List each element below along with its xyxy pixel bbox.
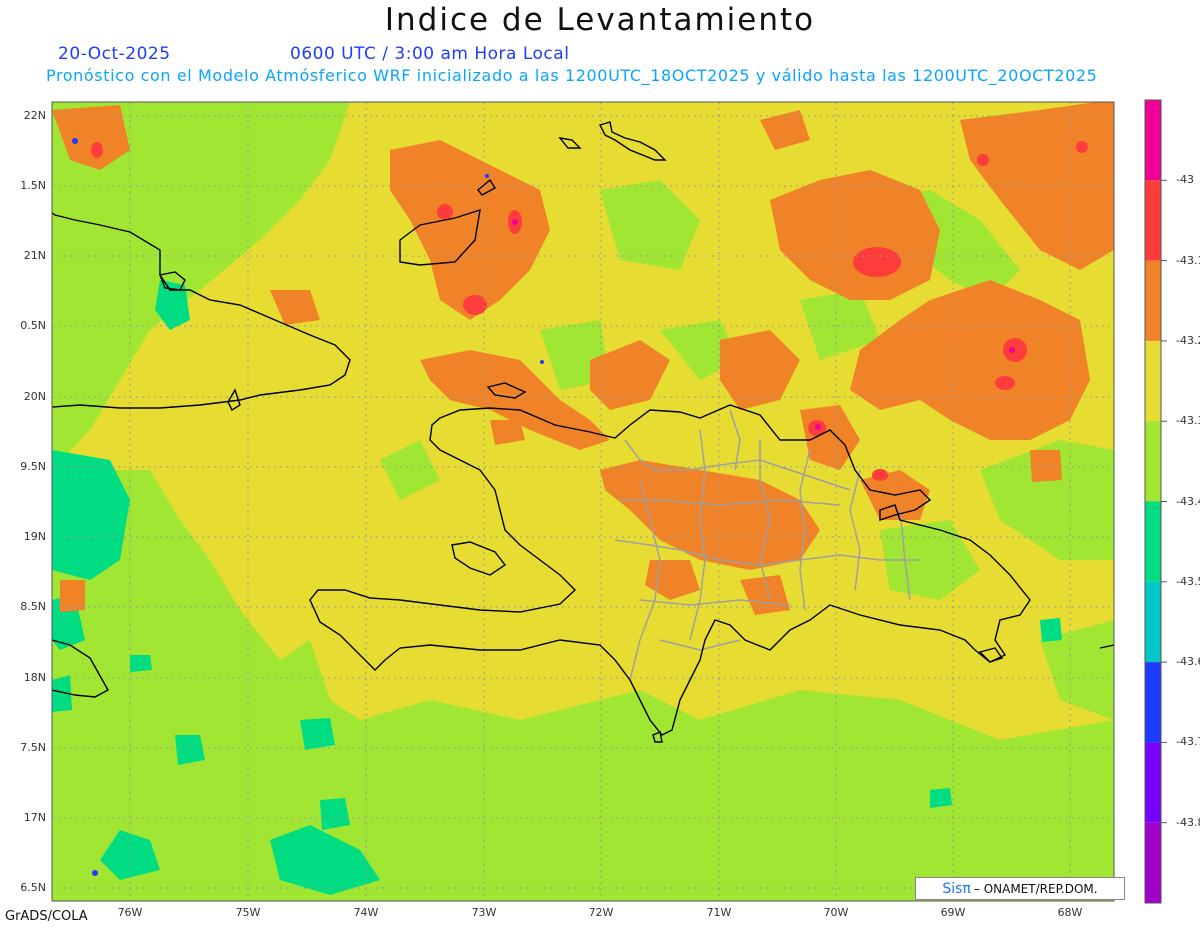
y-tick-label: 19N — [23, 530, 46, 543]
forecast-time: 0600 UTC / 3:00 am Hora Local — [290, 44, 570, 64]
colorbar-label: -43.2 — [1176, 333, 1200, 347]
y-tick-label: 17N — [23, 811, 46, 824]
model-subtitle: Pronóstico con el Modelo Atmósferico WRF… — [46, 66, 1098, 85]
colorbar-label: -43.1 — [1176, 253, 1200, 267]
grads-credit: GrADS/COLA — [5, 909, 88, 924]
map-title: Indice de Levantamiento — [384, 2, 816, 38]
colorbar-segment — [1145, 581, 1161, 663]
y-tick-label: 7.5N — [20, 741, 46, 754]
x-tick-label: 68W — [1057, 906, 1083, 919]
colorbar-segment — [1145, 662, 1161, 743]
y-tick-label: 8.5N — [20, 600, 46, 613]
x-tick-label: 69W — [940, 906, 966, 919]
colorbar-segment — [1145, 742, 1161, 823]
sis-logo-mark: Sisπ — [942, 880, 971, 897]
colorbar-label: -43.5 — [1176, 574, 1200, 588]
colorbar-label: -43.8 — [1176, 815, 1200, 829]
y-tick-label: 0.5N — [20, 319, 46, 332]
y-tick-label: 1.5N — [20, 179, 46, 192]
colorbar-segment — [1145, 421, 1161, 502]
colorbar-label: -43.7 — [1176, 735, 1200, 749]
y-tick-label: 20N — [23, 390, 46, 403]
y-tick-label: 6.5N — [20, 881, 46, 894]
y-tick-label: 18N — [23, 671, 46, 684]
colorbar-label: -43.6 — [1176, 655, 1200, 669]
colorbar-segment — [1145, 260, 1161, 341]
colorbar-segment — [1145, 180, 1161, 261]
colorbar-segment — [1145, 822, 1161, 903]
colorbar-label: -43.3 — [1176, 414, 1200, 428]
onamet-logo-text: – ONAMET/REP.DOM. — [973, 881, 1098, 896]
forecast-date: 20-Oct-2025 — [58, 44, 171, 64]
x-tick-label: 72W — [588, 906, 614, 919]
x-tick-label: 70W — [823, 906, 849, 919]
x-tick-label: 75W — [235, 906, 261, 919]
map-canvas — [51, 99, 1167, 904]
colorbar-label: -43.4 — [1176, 494, 1200, 508]
colorbar-segment — [1145, 501, 1161, 582]
colorbar — [1144, 99, 1167, 904]
onamet-logo: Sisπ – ONAMET/REP.DOM. — [915, 877, 1125, 900]
y-tick-label: 21N — [23, 249, 46, 262]
y-tick-label: 22N — [23, 109, 46, 122]
colorbar-segment — [1145, 340, 1161, 422]
x-tick-label: 74W — [353, 906, 379, 919]
colorbar-segment — [1145, 100, 1161, 181]
y-tick-label: 9.5N — [20, 460, 46, 473]
x-tick-label: 73W — [471, 906, 497, 919]
x-tick-label: 76W — [117, 906, 143, 919]
colorbar-label: -43 — [1176, 173, 1194, 187]
x-tick-label: 71W — [706, 906, 732, 919]
